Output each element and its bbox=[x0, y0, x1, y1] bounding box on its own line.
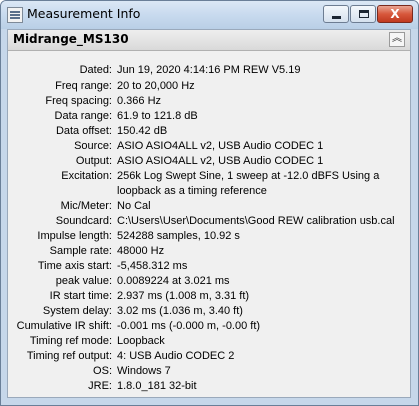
field-label: System delay: bbox=[42, 305, 112, 317]
field-value: 61.9 to 121.8 dB bbox=[117, 110, 198, 122]
close-icon: X bbox=[390, 7, 400, 21]
measurement-info-window: Measurement Info X Midrange_MS130 ︽ Date… bbox=[0, 0, 419, 406]
maximize-icon bbox=[359, 10, 369, 18]
app-icon bbox=[7, 7, 23, 23]
field-value: 256k Log Swept Sine, 1 sweep at -12.0 dB… bbox=[117, 170, 380, 182]
field-value: ASIO ASIO4ALL v2, USB Audio CODEC 1 bbox=[117, 140, 324, 152]
field-label: Soundcard: bbox=[55, 215, 112, 227]
field-value: 150.42 dB bbox=[117, 125, 168, 137]
panel-header[interactable]: Midrange_MS130 ︽ bbox=[8, 30, 410, 51]
field-value: -0.001 ms (-0.000 m, -0.00 ft) bbox=[117, 320, 261, 332]
maximize-button[interactable] bbox=[350, 5, 376, 23]
field-label: Cumulative IR shift: bbox=[16, 320, 112, 332]
double-chevron-up-icon: ︽ bbox=[392, 33, 402, 44]
field-value: 4: USB Audio CODEC 2 bbox=[117, 350, 235, 362]
field-label: Data range: bbox=[54, 110, 112, 122]
field-label: peak value: bbox=[55, 275, 112, 287]
field-value: 0.0089224 at 3.021 ms bbox=[117, 275, 230, 287]
field-value: 0.366 Hz bbox=[117, 95, 162, 107]
field-value: Loopback bbox=[117, 335, 165, 347]
measurement-name: Midrange_MS130 bbox=[13, 32, 129, 46]
field-label: IR start time: bbox=[49, 290, 112, 302]
info-panel: Midrange_MS130 ︽ Dated: Jun 19, 2020 4:14… bbox=[7, 29, 411, 398]
title-bar[interactable]: Measurement Info X bbox=[1, 1, 418, 29]
field-value: -5,458.312 ms bbox=[117, 260, 188, 272]
field-value: 524288 samples, 10.92 s bbox=[117, 230, 240, 242]
field-label: OS: bbox=[93, 365, 112, 377]
field-label: Excitation: bbox=[61, 170, 112, 182]
window-title: Measurement Info bbox=[27, 6, 141, 21]
field-label: Impulse length: bbox=[37, 230, 112, 242]
field-label: Time axis start: bbox=[37, 260, 112, 272]
field-value: Jun 19, 2020 4:14:16 PM REW V5.19 bbox=[117, 64, 301, 76]
field-value: C:\Users\User\Documents\Good REW calibra… bbox=[117, 215, 395, 227]
field-value: ASIO ASIO4ALL v2, USB Audio CODEC 1 bbox=[117, 155, 324, 167]
close-button[interactable]: X bbox=[377, 5, 413, 23]
field-label: Source: bbox=[74, 140, 112, 152]
field-label: JRE: bbox=[88, 380, 112, 392]
field-label: Data offset: bbox=[55, 125, 112, 137]
field-value: Windows 7 bbox=[117, 365, 171, 377]
field-label: Freq range: bbox=[55, 80, 112, 92]
field-value: No Cal bbox=[117, 200, 151, 212]
field-value: 20 to 20,000 Hz bbox=[117, 80, 195, 92]
minimize-icon bbox=[332, 16, 341, 19]
field-label: Timing ref mode: bbox=[29, 335, 112, 347]
field-label: Output: bbox=[75, 155, 112, 167]
collapse-button[interactable]: ︽ bbox=[389, 32, 405, 47]
field-value-continued: loopback as a timing reference bbox=[117, 185, 267, 197]
minimize-button[interactable] bbox=[323, 5, 349, 23]
field-label: Sample rate: bbox=[49, 245, 112, 257]
field-label: Freq spacing: bbox=[45, 95, 112, 107]
field-label: Dated: bbox=[79, 64, 112, 76]
field-value: 3.02 ms (1.036 m, 3.40 ft) bbox=[117, 305, 243, 317]
field-label: Timing ref output: bbox=[26, 350, 112, 362]
field-value: 2.937 ms (1.008 m, 3.31 ft) bbox=[117, 290, 250, 302]
field-label: Mic/Meter: bbox=[60, 200, 112, 212]
field-value: 48000 Hz bbox=[117, 245, 165, 257]
field-value: 1.8.0_181 32-bit bbox=[117, 380, 197, 392]
